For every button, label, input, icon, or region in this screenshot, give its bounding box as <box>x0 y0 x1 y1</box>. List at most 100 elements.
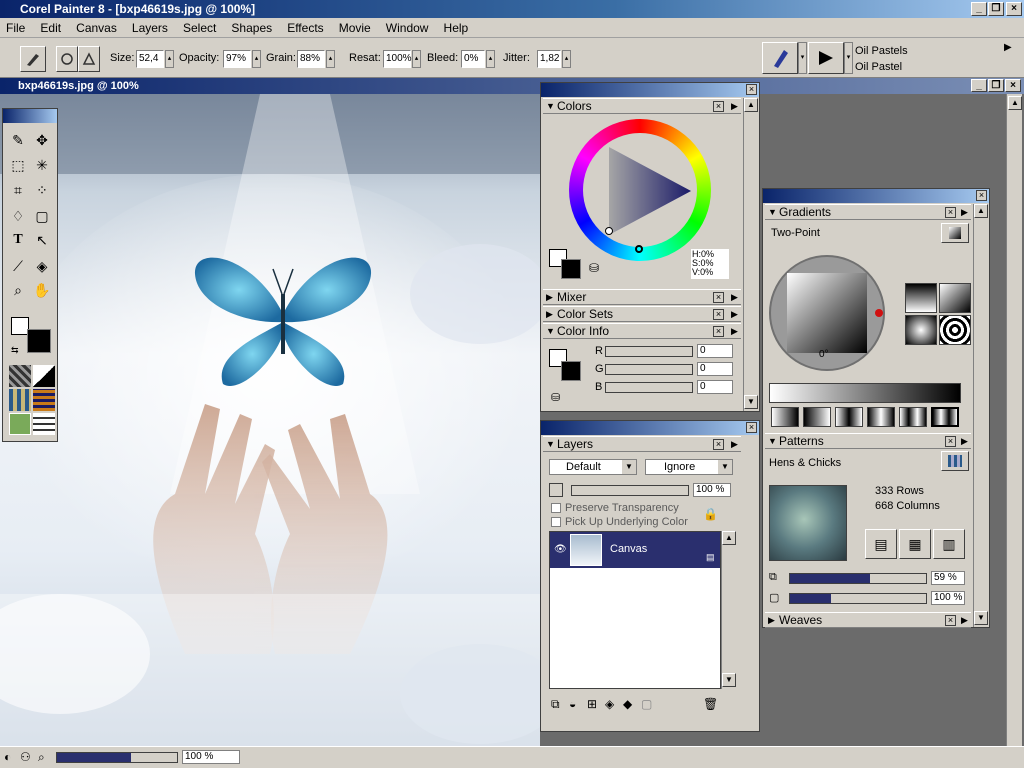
gradient-linear-option[interactable] <box>905 283 937 313</box>
rectangular-selection-icon[interactable]: ⬚ <box>7 154 29 176</box>
restore-default-icon[interactable] <box>56 46 78 72</box>
preserve-transparency-checkbox[interactable] <box>551 503 561 513</box>
layer-list-scrollbar[interactable]: ▲ ▼ <box>721 531 737 689</box>
layers-panel-close[interactable]: × <box>746 422 757 433</box>
brush-ghost-icon[interactable] <box>78 46 100 72</box>
scroll-up-icon[interactable]: ▲ <box>744 98 758 112</box>
doc-scroll-up-icon[interactable]: ▲ <box>1008 96 1022 110</box>
scroll-down-icon[interactable]: ▼ <box>744 395 758 409</box>
mixer-section-menu-icon[interactable]: ▶ <box>731 290 738 305</box>
pattern-opacity-field[interactable]: 100 % <box>931 591 965 605</box>
menu-canvas[interactable]: Canvas <box>70 18 123 38</box>
zoom-icon[interactable]: ⌕ <box>38 750 45 765</box>
mixer-section-header[interactable]: ▶ Mixer × ▶ <box>543 289 741 305</box>
swap-colors-icon[interactable]: ⇆ <box>11 345 19 356</box>
blue-slider[interactable] <box>605 382 693 393</box>
green-value-field[interactable]: 0 <box>697 362 733 376</box>
pick-up-underlying-checkbox[interactable] <box>551 517 561 527</box>
gradients-section-menu-icon[interactable]: ▶ <box>961 205 968 220</box>
depth-select[interactable]: Ignore ▼ <box>645 459 733 475</box>
size-field[interactable]: 52,4 <box>136 50 164 68</box>
scroll-up-icon[interactable]: ▲ <box>974 204 988 218</box>
document-vertical-scrollbar[interactable]: ▲ <box>1006 94 1022 746</box>
menu-file[interactable]: File <box>0 18 31 38</box>
doc-restore-button[interactable]: ❐ <box>988 79 1004 92</box>
scroll-down-icon[interactable]: ▼ <box>722 673 736 687</box>
blue-value-field[interactable]: 0 <box>697 380 733 394</box>
jitter-spinner[interactable]: ▴ <box>562 50 571 68</box>
nozzle-selector-icon[interactable] <box>9 413 31 435</box>
pen-icon[interactable]: ♢ <box>7 205 29 227</box>
zoom-field[interactable]: 100 % <box>182 750 240 764</box>
pattern-scale-field[interactable]: 59 % <box>931 571 965 585</box>
gradient-ramp[interactable] <box>769 383 961 403</box>
brush-tool-icon[interactable] <box>20 46 46 72</box>
size-spinner[interactable]: ▴ <box>165 50 174 68</box>
order-triple-reverse[interactable] <box>931 407 959 427</box>
color-sets-section-close[interactable]: × <box>713 309 724 320</box>
color-info-section-close[interactable]: × <box>713 326 724 337</box>
shape-selection-icon[interactable]: ↖ <box>31 229 53 251</box>
color-info-additional-swatch[interactable] <box>561 361 581 381</box>
paper-selector-icon[interactable] <box>9 365 31 387</box>
color-sets-section-header[interactable]: ▶ Color Sets × ▶ <box>543 306 741 322</box>
colors-section-header[interactable]: ▼ Colors × ▶ <box>543 98 741 114</box>
menu-edit[interactable]: Edit <box>34 18 67 38</box>
order-double-lr[interactable] <box>835 407 863 427</box>
colors-section-menu-icon[interactable]: ▶ <box>731 99 738 114</box>
magnifier-icon[interactable]: ⌕ <box>7 279 29 301</box>
patterns-section-close[interactable]: × <box>945 436 956 447</box>
opacity-field[interactable]: 97% <box>223 50 251 68</box>
pattern-scale-slider[interactable] <box>789 573 927 584</box>
gradients-section-header[interactable]: ▼ Gradients × ▶ <box>765 204 971 220</box>
trash-icon[interactable]: 🗑 <box>703 697 718 711</box>
mixer-section-close[interactable]: × <box>713 292 724 303</box>
pattern-type-horizontal[interactable]: ▦ <box>899 529 931 559</box>
rectangle-shape-icon[interactable]: ▢ <box>31 205 53 227</box>
colors-section-close[interactable]: × <box>713 101 724 112</box>
weaves-section-menu-icon[interactable]: ▶ <box>961 613 968 628</box>
pattern-type-rectangular[interactable]: ▤ <box>865 529 897 559</box>
menu-select[interactable]: Select <box>177 18 222 38</box>
menu-shapes[interactable]: Shapes <box>225 18 278 38</box>
weaves-section-header[interactable]: ▶ Weaves × ▶ <box>765 612 971 628</box>
weave-selector-icon[interactable] <box>33 389 55 411</box>
red-value-field[interactable]: 0 <box>697 344 733 358</box>
look-selector-icon[interactable] <box>33 413 55 435</box>
colors-additional-swatch[interactable] <box>561 259 581 279</box>
crop-icon[interactable]: ⌗ <box>7 179 29 201</box>
layer-opacity-slider[interactable] <box>571 485 689 496</box>
grain-field[interactable]: 88% <box>297 50 325 68</box>
green-slider[interactable] <box>605 364 693 375</box>
menu-movie[interactable]: Movie <box>333 18 377 38</box>
scroll-down-icon[interactable]: ▼ <box>974 611 988 625</box>
layers-section-menu-icon[interactable]: ▶ <box>731 437 738 452</box>
close-button[interactable]: × <box>1006 2 1022 16</box>
color-sets-section-menu-icon[interactable]: ▶ <box>731 307 738 322</box>
order-triple[interactable] <box>899 407 927 427</box>
clone-color-icon[interactable]: ⛁ <box>589 261 607 279</box>
layer-opacity-field[interactable]: 100 % <box>693 483 731 497</box>
color-value-marker[interactable] <box>605 227 613 235</box>
pattern-opacity-slider[interactable] <box>789 593 927 604</box>
red-slider[interactable] <box>605 346 693 357</box>
brush-category-dropdown[interactable]: ▾ <box>798 42 807 74</box>
zoom-slider[interactable] <box>56 752 178 763</box>
layer-adjuster-icon[interactable]: ✥ <box>31 129 53 151</box>
layer-row-canvas[interactable]: 👁 Canvas ▤ <box>550 532 720 568</box>
minimize-button[interactable]: _ <box>971 2 987 16</box>
gradient-type-selector[interactable] <box>941 223 969 243</box>
resat-field[interactable]: 100% <box>383 50 412 68</box>
composite-method-select[interactable]: Default ▼ <box>549 459 637 475</box>
order-right-to-left[interactable] <box>803 407 831 427</box>
doc-close-button[interactable]: × <box>1005 79 1021 92</box>
color-info-section-menu-icon[interactable]: ▶ <box>731 324 738 339</box>
layers-section-close[interactable]: × <box>713 439 724 450</box>
lock-icon[interactable]: 🔒 <box>703 507 719 523</box>
gradients-panel-scrollbar[interactable]: ▲ ▼ <box>973 204 989 627</box>
layer-commands-icon[interactable]: ⧉ <box>551 697 560 712</box>
color-info-clone-icon[interactable]: ⛁ <box>551 391 560 404</box>
grain-spinner[interactable]: ▴ <box>326 50 335 68</box>
canvas-rotate-icon[interactable]: ◐ <box>4 750 11 764</box>
menu-effects[interactable]: Effects <box>281 18 329 38</box>
